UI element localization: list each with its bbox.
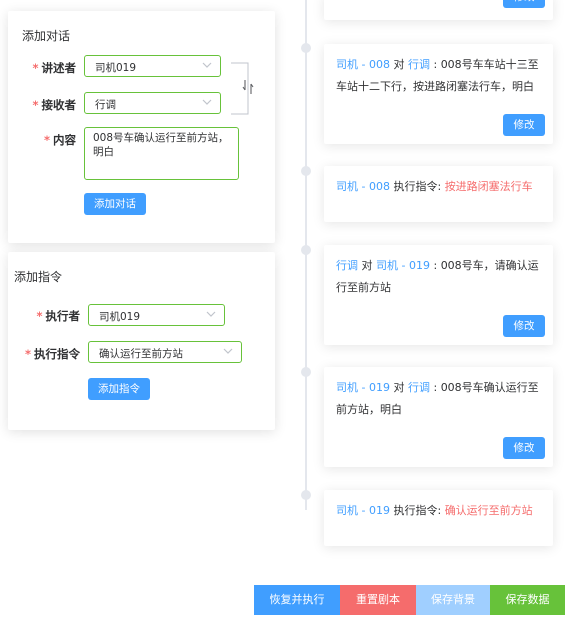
chevron-down-icon <box>202 99 212 105</box>
add-command-title: 添加指令 <box>14 270 63 284</box>
command-select[interactable]: 确认运行至前方站 <box>88 341 242 363</box>
executor-label: * 执行者 <box>36 309 80 323</box>
content-label: * 内容 <box>43 133 76 147</box>
restore-execute-button[interactable]: 恢复并执行 <box>254 585 340 615</box>
add-command-panel: 添加指令 * 执行者 司机019 * 执行指令 确认运行至前方站 添加指令 <box>8 252 275 430</box>
narrator-select[interactable]: 司机019 <box>84 55 221 77</box>
receiver-value: 行调 <box>95 99 116 111</box>
add-dialog-button[interactable]: 添加对话 <box>84 193 146 215</box>
timeline-line <box>305 0 307 510</box>
edit-button[interactable]: 修改 <box>503 315 545 337</box>
timeline-message: 司机 - 019 对 行调 : 008号车确认运行至前方站，明白 <box>336 381 539 416</box>
swap-icon[interactable] <box>242 79 254 95</box>
timeline-dot <box>301 490 311 500</box>
timeline-message: 行调 对 司机 - 019 : 008号车，请确认运行至前方站 <box>336 259 539 294</box>
reset-script-button[interactable]: 重置剧本 <box>340 585 416 615</box>
executor-select[interactable]: 司机019 <box>88 304 225 326</box>
timeline-card: 行调 对 司机 - 019 : 008号车，请确认运行至前方站 修改 <box>324 245 553 345</box>
command-value: 确认运行至前方站 <box>99 348 183 360</box>
timeline-command: 司机 - 019 执行指令: 确认运行至前方站 <box>336 504 533 517</box>
timeline-dot <box>301 43 311 53</box>
timeline-card: 司机 - 019 执行指令: 确认运行至前方站 <box>324 490 553 546</box>
timeline-card: 司机 - 008 对 行调 : 008号车车站十三至车站十二下行，按进路闭塞法行… <box>324 44 553 144</box>
timeline-message: 司机 - 008 对 行调 : 008号车车站十三至车站十二下行，按进路闭塞法行… <box>336 58 539 93</box>
narrator-label: * 讲述者 <box>32 61 76 75</box>
chevron-down-icon <box>223 348 233 354</box>
timeline-dot <box>301 367 311 377</box>
receiver-select[interactable]: 行调 <box>84 92 221 114</box>
chevron-down-icon <box>206 311 216 317</box>
add-dialog-title: 添加对话 <box>22 29 71 43</box>
add-command-button[interactable]: 添加指令 <box>88 378 150 400</box>
receiver-label: * 接收者 <box>32 98 76 112</box>
edit-button[interactable]: 修改 <box>503 437 545 459</box>
timeline-dot <box>301 245 311 255</box>
save-background-button[interactable]: 保存背景 <box>416 585 490 615</box>
add-dialog-panel: 添加对话 * 讲述者 司机019 * 接收者 行调 * 内容 008号车确认运行至前方… <box>8 11 275 243</box>
timeline-card-partial: 修改 <box>324 0 553 20</box>
timeline-dot <box>301 166 311 176</box>
timeline-command: 司机 - 008 执行指令: 按进路闭塞法行车 <box>336 180 533 193</box>
edit-button[interactable]: 修改 <box>503 0 545 8</box>
save-data-button[interactable]: 保存数据 <box>490 585 565 615</box>
edit-button[interactable]: 修改 <box>503 114 545 136</box>
narrator-value: 司机019 <box>95 62 137 74</box>
timeline-card: 司机 - 019 对 行调 : 008号车确认运行至前方站，明白 修改 <box>324 367 553 467</box>
command-label: * 执行指令 <box>24 347 80 361</box>
timeline-card: 司机 - 008 执行指令: 按进路闭塞法行车 <box>324 166 553 222</box>
executor-value: 司机019 <box>99 311 141 323</box>
chevron-down-icon <box>202 62 212 68</box>
content-textarea[interactable]: 008号车确认运行至前方站，明白 <box>84 127 239 180</box>
